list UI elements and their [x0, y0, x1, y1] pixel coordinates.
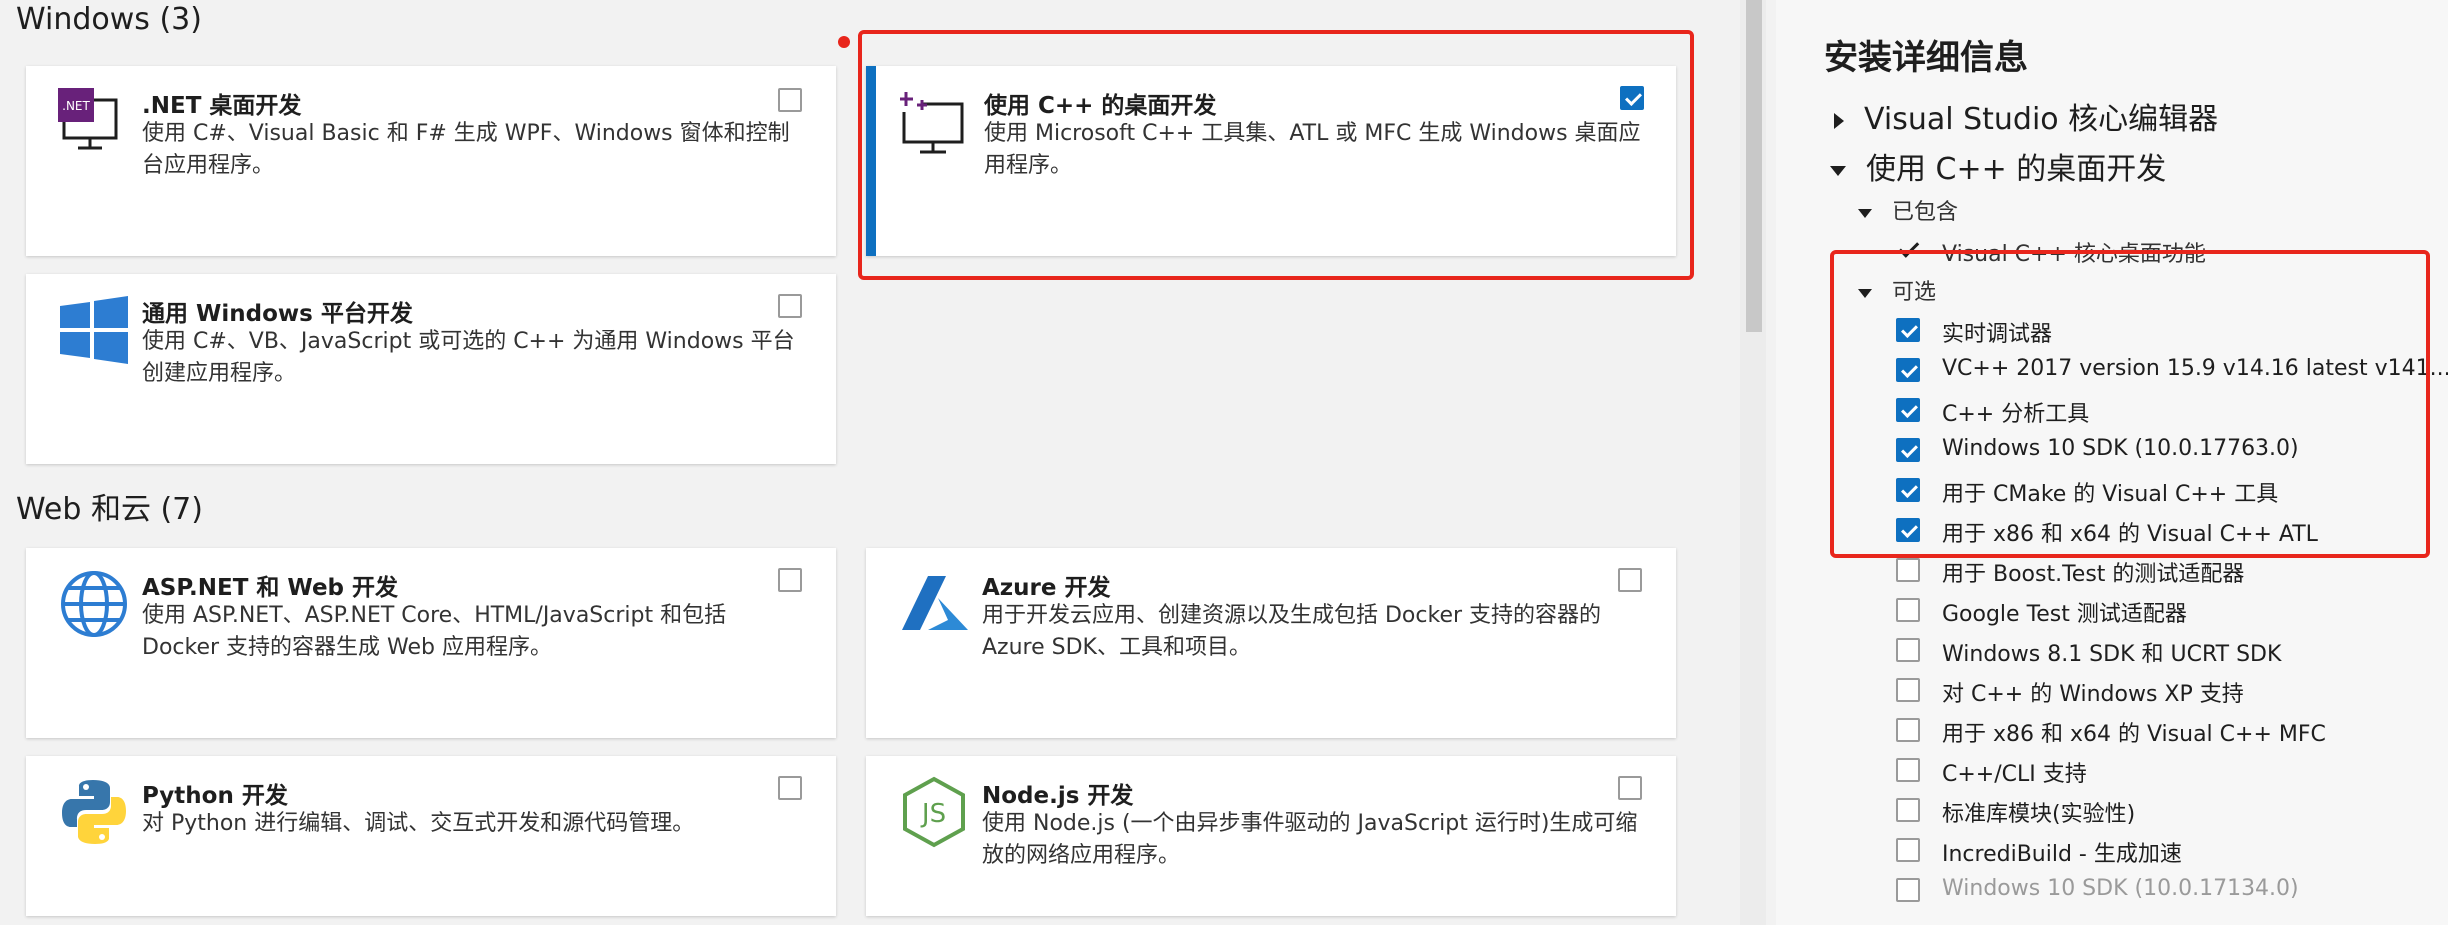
- workload-description: 使用 C#、Visual Basic 和 F# 生成 WPF、Windows 窗…: [142, 121, 790, 178]
- workload-checkbox-uwp[interactable]: [778, 294, 802, 318]
- optional-component-label: Windows 8.1 SDK 和 UCRT SDK: [1942, 642, 2282, 667]
- annotation-dot: [838, 36, 850, 48]
- workload-checkbox-python[interactable]: [778, 776, 802, 800]
- collapse-arrow-icon: [1830, 165, 1846, 176]
- optional-component-label: 对 C++ 的 Windows XP 支持: [1942, 682, 2244, 707]
- workload-card-uwp[interactable]: 通用 Windows 平台开发 使用 C#、VB、JavaScript 或可选的…: [26, 274, 836, 464]
- optional-component-checkbox[interactable]: [1896, 718, 1920, 742]
- workload-checkbox-nodejs[interactable]: [1618, 776, 1642, 800]
- optional-component-label: Windows 10 SDK (10.0.17134.0): [1942, 876, 2299, 901]
- annotation-box-cpp-card: [858, 30, 1694, 280]
- globe-icon: [61, 571, 127, 637]
- workload-card-python[interactable]: Python 开发 对 Python 进行编辑、调试、交互式开发和源代码管理。: [26, 756, 836, 916]
- workload-card-nodejs[interactable]: JS Node.js 开发 使用 Node.js (一个由异步事件驱动的 Jav…: [866, 756, 1676, 916]
- optional-component-checkbox[interactable]: [1896, 838, 1920, 862]
- optional-component-checkbox[interactable]: [1896, 558, 1920, 582]
- tree-group-included[interactable]: 已包含: [1858, 194, 1958, 226]
- workload-card-aspnet[interactable]: ASP.NET 和 Web 开发 使用 ASP.NET、ASP.NET Core…: [26, 548, 836, 738]
- optional-component-label: 用于 Boost.Test 的测试适配器: [1942, 562, 2245, 587]
- workload-description: 用于开发云应用、创建资源以及生成包括 Docker 支持的容器的 Azure S…: [982, 603, 1602, 660]
- dotnet-desktop-icon: .NET: [58, 88, 118, 150]
- section-title-windows: Windows (3): [16, 2, 202, 37]
- section-title-web-cloud: Web 和云 (7): [16, 492, 203, 527]
- panel-title: 安装详细信息: [1824, 38, 2028, 78]
- workload-title: ASP.NET 和 Web 开发: [142, 575, 399, 601]
- workload-checkbox-aspnet[interactable]: [778, 568, 802, 592]
- dotnet-badge-text: .NET: [62, 99, 90, 113]
- workload-title: Python 开发: [142, 783, 288, 809]
- workload-checkbox-azure[interactable]: [1618, 568, 1642, 592]
- workloads-scrollbar-thumb[interactable]: [1746, 0, 1762, 332]
- optional-component-checkbox[interactable]: [1896, 878, 1920, 902]
- workload-title: 通用 Windows 平台开发: [142, 301, 413, 327]
- annotation-box-optional-items: [1830, 250, 2430, 558]
- tree-item-core-editor[interactable]: Visual Studio 核心编辑器: [1834, 94, 2218, 138]
- optional-component-label: 用于 x86 和 x64 的 Visual C++ MFC: [1942, 722, 2326, 747]
- python-icon: [62, 780, 126, 844]
- tree-item-label: Visual Studio 核心编辑器: [1864, 102, 2219, 137]
- workload-description: 对 Python 进行编辑、调试、交互式开发和源代码管理。: [142, 811, 695, 836]
- optional-component-checkbox[interactable]: [1896, 758, 1920, 782]
- optional-component-label: 标准库模块(实验性): [1942, 802, 2136, 827]
- workload-title: Azure 开发: [982, 575, 1111, 601]
- workload-description: 使用 Node.js (一个由异步事件驱动的 JavaScript 运行时)生成…: [982, 811, 1638, 868]
- svg-text:JS: JS: [920, 799, 946, 829]
- optional-component-label: C++/CLI 支持: [1942, 762, 2087, 787]
- optional-component-label: Google Test 测试适配器: [1942, 602, 2187, 627]
- optional-component-checkbox[interactable]: [1896, 798, 1920, 822]
- optional-component-checkbox[interactable]: [1896, 598, 1920, 622]
- azure-icon: [902, 576, 968, 630]
- tree-item-cpp-desktop[interactable]: 使用 C++ 的桌面开发: [1830, 144, 2166, 188]
- workload-card-dotnet[interactable]: .NET .NET 桌面开发 使用 C#、Visual Basic 和 F# 生…: [26, 66, 836, 256]
- optional-component-checkbox[interactable]: [1896, 638, 1920, 662]
- optional-component-checkbox[interactable]: [1896, 678, 1920, 702]
- workload-card-azure[interactable]: Azure 开发 用于开发云应用、创建资源以及生成包括 Docker 支持的容器…: [866, 548, 1676, 738]
- workload-checkbox-dotnet[interactable]: [778, 88, 802, 112]
- nodejs-icon: JS: [903, 776, 965, 848]
- group-label: 已包含: [1892, 200, 1959, 225]
- expand-arrow-icon: [1834, 112, 1844, 129]
- workload-description: 使用 ASP.NET、ASP.NET Core、HTML/JavaScript …: [142, 603, 727, 660]
- workload-description: 使用 C#、VB、JavaScript 或可选的 C++ 为通用 Windows…: [142, 329, 795, 386]
- collapse-arrow-icon: [1858, 208, 1872, 218]
- workload-title: Node.js 开发: [982, 783, 1134, 809]
- workload-title: .NET 桌面开发: [142, 93, 302, 119]
- optional-component-label: IncrediBuild - 生成加速: [1942, 842, 2182, 867]
- windows-logo-icon: [60, 296, 128, 364]
- tree-item-label: 使用 C++ 的桌面开发: [1866, 152, 2167, 187]
